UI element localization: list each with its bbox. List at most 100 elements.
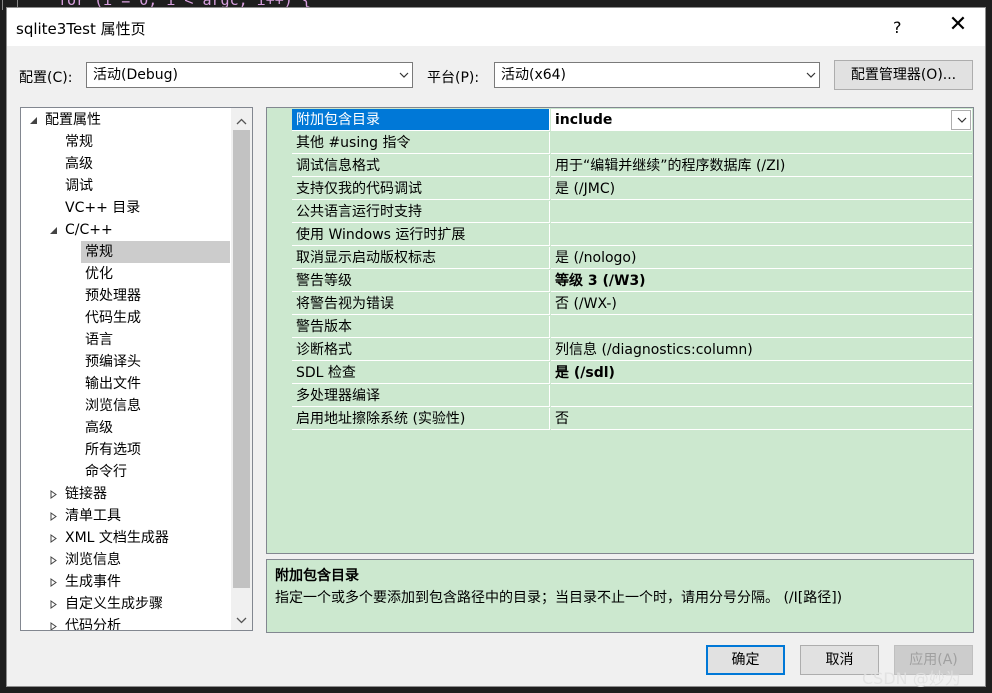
tree-item[interactable]: 常规 (21, 131, 230, 153)
platform-dropdown[interactable]: 活动(x64) (494, 62, 820, 88)
property-value-cell[interactable]: 否 (551, 408, 972, 430)
row-gutter (267, 270, 291, 293)
tree-item[interactable]: 生成事件 (21, 571, 230, 593)
close-button[interactable]: ✕ (945, 12, 971, 38)
collapsed-triangle-icon[interactable] (49, 593, 59, 615)
property-row[interactable]: 使用 Windows 运行时扩展 (267, 224, 973, 247)
tree-item-label: 高级 (65, 156, 93, 172)
tree-item[interactable]: 链接器 (21, 483, 230, 505)
property-row[interactable]: 多处理器编译 (267, 385, 973, 408)
row-gutter (267, 224, 291, 247)
property-row[interactable]: 公共语言运行时支持 (267, 201, 973, 224)
property-value-cell[interactable]: 是 (/sdl) (551, 362, 972, 384)
property-row[interactable]: 将警告视为错误否 (/WX-) (267, 293, 973, 316)
property-value-cell[interactable] (551, 132, 972, 154)
tree-item-label: 常规 (85, 244, 113, 260)
property-value-cell[interactable]: 等级 3 (/W3) (551, 270, 972, 292)
tree-item[interactable]: 浏览信息 (21, 395, 230, 417)
property-value-cell[interactable]: 用于“编辑并继续”的程序数据库 (/ZI) (551, 155, 972, 177)
tree-item[interactable]: 高级 (21, 153, 230, 175)
help-button[interactable]: ? (893, 18, 902, 37)
property-name[interactable]: 警告版本 (292, 316, 550, 338)
property-name[interactable]: 将警告视为错误 (292, 293, 550, 315)
property-row[interactable]: 支持仅我的代码调试是 (/JMC) (267, 178, 973, 201)
property-row[interactable]: 其他 #using 指令 (267, 132, 973, 155)
property-name[interactable]: 多处理器编译 (292, 385, 550, 407)
tree-item[interactable]: XML 文档生成器 (21, 527, 230, 549)
property-name[interactable]: 其他 #using 指令 (292, 132, 550, 154)
property-name[interactable]: 取消显示启动版权标志 (292, 247, 550, 269)
scroll-down-icon[interactable] (236, 612, 247, 624)
property-name[interactable]: 启用地址擦除系统 (实验性) (292, 408, 550, 430)
property-value-cell[interactable] (551, 224, 972, 246)
row-gutter (267, 293, 291, 316)
collapsed-triangle-icon[interactable] (49, 527, 59, 549)
watermark: CSDN @妙为 (862, 669, 961, 688)
tree-item[interactable]: 常规 (81, 241, 230, 263)
scroll-up-icon[interactable] (236, 114, 247, 125)
property-row[interactable]: 启用地址擦除系统 (实验性) 否 (267, 408, 973, 431)
tree-item[interactable]: 输出文件 (21, 373, 230, 395)
property-value-cell[interactable]: 列信息 (/diagnostics:column) (551, 339, 972, 361)
tree-item[interactable]: 预编译头 (21, 351, 230, 373)
property-pages-dialog: sqlite3Test 属性页 ? ✕ 配置(C): 活动(Debug) 平台(… (6, 7, 986, 687)
value-dropdown-button[interactable] (951, 110, 971, 130)
property-name[interactable]: 诊断格式 (292, 339, 550, 361)
property-name[interactable]: 支持仅我的代码调试 (292, 178, 550, 200)
row-gutter (267, 155, 291, 178)
property-name[interactable]: 附加包含目录 (292, 109, 550, 131)
row-gutter (267, 247, 291, 270)
ok-button[interactable]: 确定 (706, 645, 785, 675)
tree-item-label: 常规 (65, 134, 93, 150)
property-row[interactable]: 附加包含目录 include (267, 109, 973, 132)
tree-item[interactable]: 清单工具 (21, 505, 230, 527)
property-name[interactable]: 警告等级 (292, 270, 550, 292)
property-name[interactable]: 公共语言运行时支持 (292, 201, 550, 223)
property-value-cell[interactable]: 是 (/nologo) (551, 247, 972, 269)
tree-item[interactable]: VC++ 目录 (21, 197, 230, 219)
collapsed-triangle-icon[interactable] (49, 549, 59, 571)
config-label: 配置(C): (19, 70, 73, 86)
tree-item[interactable]: 命令行 (21, 461, 230, 483)
property-value-cell[interactable]: include (551, 109, 972, 131)
tree-item[interactable]: 代码生成 (21, 307, 230, 329)
configuration-manager-button[interactable]: 配置管理器(O)... (834, 60, 973, 90)
property-name[interactable]: 调试信息格式 (292, 155, 550, 177)
property-row[interactable]: SDL 检查是 (/sdl) (267, 362, 973, 385)
property-row[interactable]: 取消显示启动版权标志是 (/nologo) (267, 247, 973, 270)
scrollbar-thumb[interactable] (233, 130, 250, 588)
property-value-cell[interactable] (551, 385, 972, 407)
property-name[interactable]: SDL 检查 (292, 362, 550, 384)
tree-item[interactable]: 预处理器 (21, 285, 230, 307)
property-row[interactable]: 警告等级 等级 3 (/W3) (267, 270, 973, 293)
expanded-triangle-icon[interactable] (29, 109, 39, 131)
tree-item[interactable]: 高级 (21, 417, 230, 439)
collapsed-triangle-icon[interactable] (49, 483, 59, 505)
expanded-triangle-icon[interactable] (49, 219, 59, 241)
property-value-cell[interactable]: 否 (/WX-) (551, 293, 972, 315)
tree-item-label: 浏览信息 (65, 552, 121, 568)
property-row[interactable]: 诊断格式 列信息 (/diagnostics:column) (267, 339, 973, 362)
tree-item[interactable]: 配置属性 (21, 109, 230, 131)
property-row[interactable]: 警告版本 (267, 316, 973, 339)
config-dropdown[interactable]: 活动(Debug) (86, 62, 413, 88)
tree-item[interactable]: 浏览信息 (21, 549, 230, 571)
tree-item[interactable]: 代码分析 (21, 615, 230, 631)
property-name[interactable]: 使用 Windows 运行时扩展 (292, 224, 550, 246)
collapsed-triangle-icon[interactable] (49, 505, 59, 527)
tree-item[interactable]: 所有选项 (21, 439, 230, 461)
tree-item[interactable]: 优化 (21, 263, 230, 285)
property-value-cell[interactable] (551, 316, 972, 338)
collapsed-triangle-icon[interactable] (49, 571, 59, 593)
tree-item[interactable]: 自定义生成步骤 (21, 593, 230, 615)
tree-item[interactable]: 调试 (21, 175, 230, 197)
tree-item-label: 代码分析 (65, 618, 121, 631)
property-value-cell[interactable] (551, 201, 972, 223)
property-value-cell[interactable]: 是 (/JMC) (551, 178, 972, 200)
property-row[interactable]: 调试信息格式 用于“编辑并继续”的程序数据库 (/ZI) (267, 155, 973, 178)
tree-item[interactable]: 语言 (21, 329, 230, 351)
tree-scrollbar[interactable] (231, 108, 252, 630)
platform-label: 平台(P): (427, 70, 480, 86)
collapsed-triangle-icon[interactable] (49, 615, 59, 630)
tree-item[interactable]: C/C++ (21, 219, 230, 241)
